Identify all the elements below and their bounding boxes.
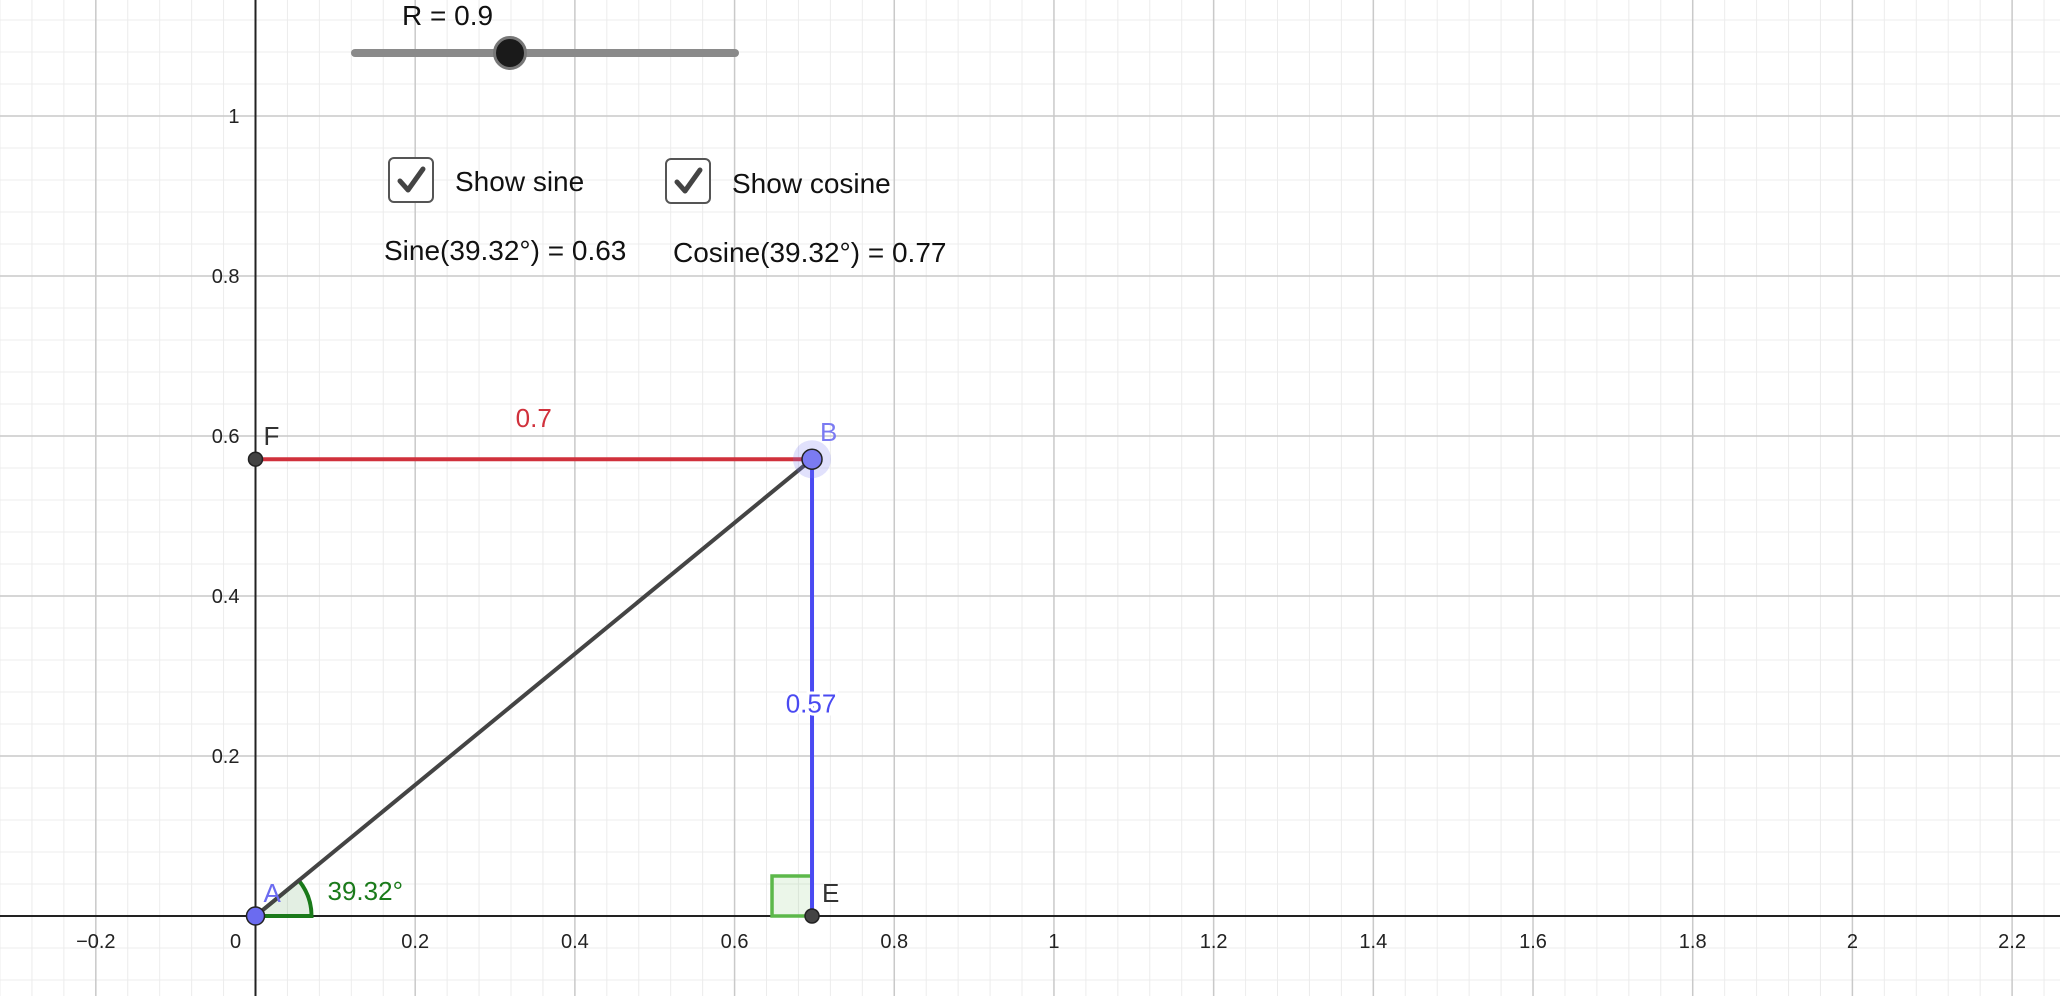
y-tick-label: 1 (228, 106, 239, 128)
show-sine-label[interactable]: Show sine (455, 166, 584, 198)
y-tick-labels: 0.2 0.4 0.6 0.8 1 (212, 106, 240, 768)
y-tick-label: 0.8 (212, 266, 240, 288)
x-tick-label: 2 (1847, 931, 1858, 953)
graphing-canvas[interactable]: −0.2 0 0.2 0.4 0.6 0.8 1 1.2 1.4 1.6 1.8 2 2.2 0.20.… (0, 0, 2060, 996)
x-tick-label: 0.8 (880, 931, 908, 953)
x-tick-label: 0.4 (561, 931, 589, 953)
point-f[interactable] (247, 451, 264, 467)
x-tick-label: 1.6 (1519, 931, 1547, 953)
sine-length-label: 0.57 (786, 689, 837, 719)
point-label-a: A (264, 878, 282, 908)
slider-label: R = 0.9 (402, 0, 494, 31)
point-e[interactable] (804, 908, 820, 924)
x-tick-label: 1.4 (1359, 931, 1387, 953)
point-label-f: F (264, 421, 280, 451)
x-tick-label: 0.6 (721, 931, 749, 953)
x-tick-label: 1 (1048, 931, 1059, 953)
x-tick-label: 0.2 (401, 931, 429, 953)
x-tick-label: 1.2 (1200, 931, 1228, 953)
major-grid (0, 0, 2060, 996)
radius-slider-track[interactable] (351, 49, 739, 57)
radius-slider-knob[interactable] (492, 36, 527, 70)
cosine-readout: Cosine(39.32°) = 0.77 (673, 237, 947, 268)
y-tick-label: 0.2 (212, 746, 240, 768)
construction-labels: 0.7 0.57 39.32° A B E F (264, 403, 840, 908)
y-tick-label: 0.4 (212, 586, 240, 608)
show-cosine-label[interactable]: Show cosine (732, 168, 891, 200)
point-label-b: B (820, 417, 837, 447)
triangle-construction (249, 457, 815, 918)
y-tick-label: 0.6 (212, 426, 240, 448)
checkmark-icon (674, 167, 703, 194)
show-cosine-checkbox[interactable] (665, 158, 711, 204)
minor-grid (0, 0, 2060, 996)
show-sine-checkbox[interactable] (388, 157, 434, 203)
axes (0, 0, 2060, 996)
angle-label: 39.32° (328, 876, 403, 906)
x-tick-label: 2.2 (1998, 931, 2026, 953)
x-tick-label: −0.2 (76, 931, 115, 953)
x-tick-label: 1.8 (1679, 931, 1707, 953)
cosine-length-label: 0.7 (516, 403, 552, 433)
hypotenuse-segment (254, 457, 814, 918)
checkmark-icon (397, 166, 426, 193)
point-b[interactable] (801, 448, 823, 470)
sine-readout: Sine(39.32°) = 0.63 (384, 235, 627, 266)
x-tick-label: 0 (230, 931, 241, 953)
point-label-e: E (822, 878, 839, 908)
right-angle-marker (770, 874, 814, 918)
point-a[interactable] (245, 906, 266, 926)
x-tick-labels: −0.2 0 0.2 0.4 0.6 0.8 1 1.2 1.4 1.6 1.8 2 2.2 (76, 931, 2026, 953)
